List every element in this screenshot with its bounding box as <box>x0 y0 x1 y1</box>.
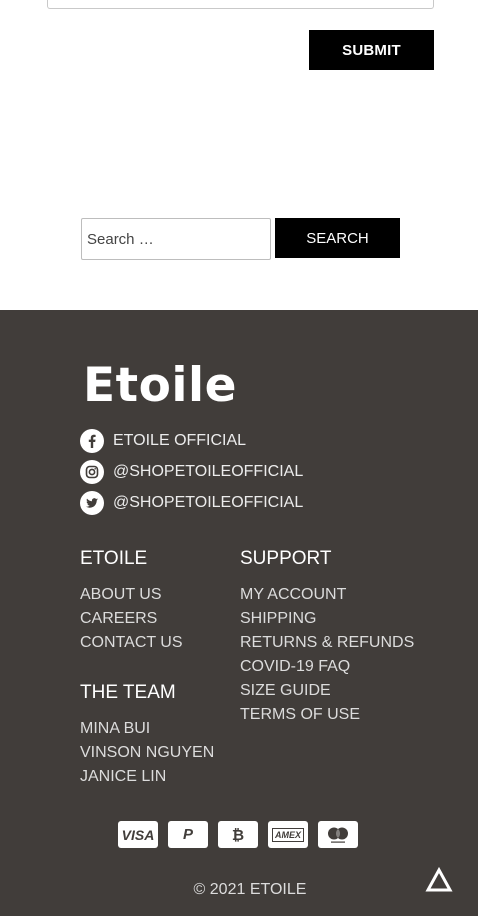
visa-label: VISA <box>121 826 155 843</box>
footer-link-about-us[interactable]: ABOUT US <box>80 586 162 604</box>
search-button[interactable]: SEARCH <box>275 218 400 258</box>
visa-icon: VISA <box>118 821 158 848</box>
back-to-top-button[interactable] <box>425 866 453 894</box>
footer-heading-team: THE TEAM <box>80 682 176 703</box>
paypal-label: P <box>182 826 193 843</box>
bitcoin-label: ₿ <box>231 825 245 844</box>
social-link-twitter[interactable]: @SHOPETOILEOFFICIAL <box>80 490 303 515</box>
footer-link-shipping[interactable]: SHIPPING <box>240 610 316 628</box>
submit-button[interactable]: SUBMIT <box>309 30 434 70</box>
triangle-up-icon <box>425 867 453 892</box>
twitter-icon <box>80 490 104 515</box>
footer-link-returns-refunds[interactable]: RETURNS & REFUNDS <box>240 634 414 652</box>
search-input[interactable] <box>81 218 271 260</box>
amex-icon: AMEX <box>268 821 308 848</box>
footer-heading-etoile: ETOILE <box>80 548 148 569</box>
footer-link-careers[interactable]: CAREERS <box>80 610 157 628</box>
social-label-twitter: @SHOPETOILEOFFICIAL <box>113 493 304 511</box>
instagram-icon <box>80 459 104 484</box>
message-textarea[interactable] <box>47 0 434 9</box>
mastercard-icon <box>318 821 358 848</box>
footer-link-my-account[interactable]: MY ACCOUNT <box>240 586 346 604</box>
footer-team-member[interactable]: JANICE LIN <box>80 768 166 786</box>
social-link-instagram[interactable]: @SHOPETOILEOFFICIAL <box>80 459 303 484</box>
footer-link-contact-us[interactable]: CONTACT US <box>80 634 183 652</box>
copyright-text: © 2021 ETOILE <box>193 881 307 898</box>
paypal-icon: P <box>168 821 208 848</box>
site-footer: Etoile ETOILE OFFICIAL @SHOPETOILEOFFICI… <box>0 310 478 916</box>
footer-link-terms-of-use[interactable]: TERMS OF USE <box>240 706 360 724</box>
facebook-icon <box>80 428 104 453</box>
bitcoin-icon: ₿ <box>218 821 258 848</box>
footer-link-covid-faq[interactable]: COVID-19 FAQ <box>240 658 350 676</box>
footer-logo[interactable]: Etoile <box>83 358 237 414</box>
footer-team-member[interactable]: VINSON NGUYEN <box>80 744 214 762</box>
footer-link-size-guide[interactable]: SIZE GUIDE <box>240 682 331 700</box>
payment-methods: VISA P ₿ AMEX <box>118 821 358 848</box>
footer-team-member[interactable]: MINA BUI <box>80 720 150 738</box>
social-label-instagram: @SHOPETOILEOFFICIAL <box>113 462 304 480</box>
footer-heading-support: SUPPORT <box>240 548 332 569</box>
amex-label: AMEX <box>271 827 304 842</box>
social-link-facebook[interactable]: ETOILE OFFICIAL <box>80 428 246 453</box>
social-label-facebook: ETOILE OFFICIAL <box>113 431 247 449</box>
